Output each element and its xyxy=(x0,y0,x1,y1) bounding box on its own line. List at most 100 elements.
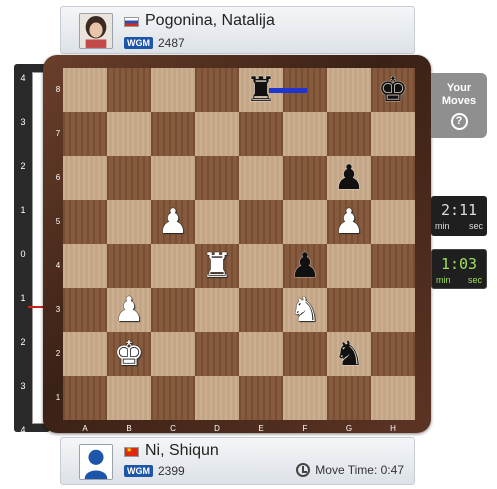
black-pawn-icon[interactable]: ♟ xyxy=(283,244,327,288)
square-c2[interactable] xyxy=(151,332,195,376)
evaluation-scale-label: 0 xyxy=(20,249,26,259)
square-a4[interactable] xyxy=(63,244,107,288)
file-label: H xyxy=(390,424,396,433)
file-label: A xyxy=(82,424,88,433)
square-e5[interactable] xyxy=(239,200,283,244)
square-a5[interactable] xyxy=(63,200,107,244)
square-g8[interactable] xyxy=(327,68,371,112)
black-king-icon[interactable]: ♚ xyxy=(371,68,415,112)
top-player-rating: 2487 xyxy=(158,36,185,50)
square-b1[interactable] xyxy=(107,376,151,420)
rank-label: 2 xyxy=(55,349,61,358)
white-pawn-icon[interactable]: ♟ xyxy=(327,200,371,244)
square-a2[interactable] xyxy=(63,332,107,376)
square-a3[interactable] xyxy=(63,288,107,332)
white-rook-icon[interactable]: ♜ xyxy=(195,244,239,288)
square-d8[interactable] xyxy=(195,68,239,112)
square-d3[interactable] xyxy=(195,288,239,332)
square-d1[interactable] xyxy=(195,376,239,420)
rank-label: 5 xyxy=(55,217,61,226)
square-c1[interactable] xyxy=(151,376,195,420)
square-f5[interactable] xyxy=(283,200,327,244)
square-g4[interactable] xyxy=(327,244,371,288)
square-a7[interactable] xyxy=(63,112,107,156)
white-pawn-icon[interactable]: ♟ xyxy=(151,200,195,244)
square-e4[interactable] xyxy=(239,244,283,288)
help-icon[interactable]: ? xyxy=(450,113,468,130)
square-a6[interactable] xyxy=(63,156,107,200)
opponent-clock-time: 2:11 xyxy=(440,201,478,219)
china-flag-icon xyxy=(124,445,139,457)
black-knight-icon[interactable]: ♞ xyxy=(327,332,371,376)
your-moves-label: Your Moves xyxy=(441,82,477,107)
square-e3[interactable] xyxy=(239,288,283,332)
evaluation-scale-label: 1 xyxy=(20,293,26,303)
square-a1[interactable] xyxy=(63,376,107,420)
player-clock-time: 1:03 xyxy=(440,255,478,273)
square-h6[interactable] xyxy=(371,156,415,200)
rank-label: 7 xyxy=(55,129,61,138)
bottom-player-panel: Ni, Shiqun WGM 2399 Move Time: 0:47 xyxy=(60,437,415,485)
square-b5[interactable] xyxy=(107,200,151,244)
evaluation-scale-label: 3 xyxy=(20,117,26,127)
rank-label: 8 xyxy=(55,85,61,94)
white-king-icon[interactable]: ♚ xyxy=(107,332,151,376)
square-b4[interactable] xyxy=(107,244,151,288)
file-label: G xyxy=(345,424,353,433)
bottom-player-rating: 2399 xyxy=(158,464,185,478)
square-e2[interactable] xyxy=(239,332,283,376)
square-h7[interactable] xyxy=(371,112,415,156)
opponent-clock-sec-unit: sec xyxy=(468,221,483,231)
clock-icon xyxy=(296,463,311,477)
square-c4[interactable] xyxy=(151,244,195,288)
bottom-player-avatar[interactable] xyxy=(79,444,113,480)
square-g1[interactable] xyxy=(327,376,371,420)
square-f7[interactable] xyxy=(283,112,327,156)
file-label: F xyxy=(302,424,308,433)
square-h1[interactable] xyxy=(371,376,415,420)
rank-label: 1 xyxy=(55,393,61,402)
top-player-avatar[interactable] xyxy=(79,13,113,49)
square-b8[interactable] xyxy=(107,68,151,112)
square-c3[interactable] xyxy=(151,288,195,332)
file-label: E xyxy=(258,424,264,433)
square-f6[interactable] xyxy=(283,156,327,200)
square-h2[interactable] xyxy=(371,332,415,376)
move-time-label: Move Time: 0:47 xyxy=(315,463,404,477)
square-g7[interactable] xyxy=(327,112,371,156)
square-e7[interactable] xyxy=(239,112,283,156)
square-d7[interactable] xyxy=(195,112,239,156)
black-pawn-icon[interactable]: ♟ xyxy=(327,156,371,200)
square-d2[interactable] xyxy=(195,332,239,376)
square-h4[interactable] xyxy=(371,244,415,288)
square-b6[interactable] xyxy=(107,156,151,200)
square-b7[interactable] xyxy=(107,112,151,156)
square-h3[interactable] xyxy=(371,288,415,332)
file-label: B xyxy=(126,424,132,433)
your-moves-button[interactable]: Your Moves ? xyxy=(431,73,487,138)
square-c6[interactable] xyxy=(151,156,195,200)
bottom-player-name[interactable]: Ni, Shiqun xyxy=(145,442,219,460)
file-label: C xyxy=(170,424,176,433)
square-d6[interactable] xyxy=(195,156,239,200)
rank-label: 4 xyxy=(55,261,61,270)
square-e1[interactable] xyxy=(239,376,283,420)
player-clock-sec-unit: sec xyxy=(467,275,482,285)
square-h5[interactable] xyxy=(371,200,415,244)
square-c7[interactable] xyxy=(151,112,195,156)
square-c8[interactable] xyxy=(151,68,195,112)
square-f2[interactable] xyxy=(283,332,327,376)
square-a8[interactable] xyxy=(63,68,107,112)
square-g3[interactable] xyxy=(327,288,371,332)
white-pawn-icon[interactable]: ♟ xyxy=(107,288,151,332)
top-player-panel: Pogonina, Natalija WGM 2487 xyxy=(60,6,415,54)
square-d5[interactable] xyxy=(195,200,239,244)
bottom-player-title-badge: WGM xyxy=(124,465,153,477)
russia-flag-icon xyxy=(124,17,139,27)
white-knight-icon[interactable]: ♞ xyxy=(283,288,327,332)
square-f1[interactable] xyxy=(283,376,327,420)
rank-label: 6 xyxy=(55,173,61,182)
top-player-name[interactable]: Pogonina, Natalija xyxy=(145,12,275,30)
square-e6[interactable] xyxy=(239,156,283,200)
chess-board[interactable]: ♜ ♚ ♟ ♟ ♟ ♜ ♟ ♟ ♞ ♚ ♞ xyxy=(63,68,415,420)
